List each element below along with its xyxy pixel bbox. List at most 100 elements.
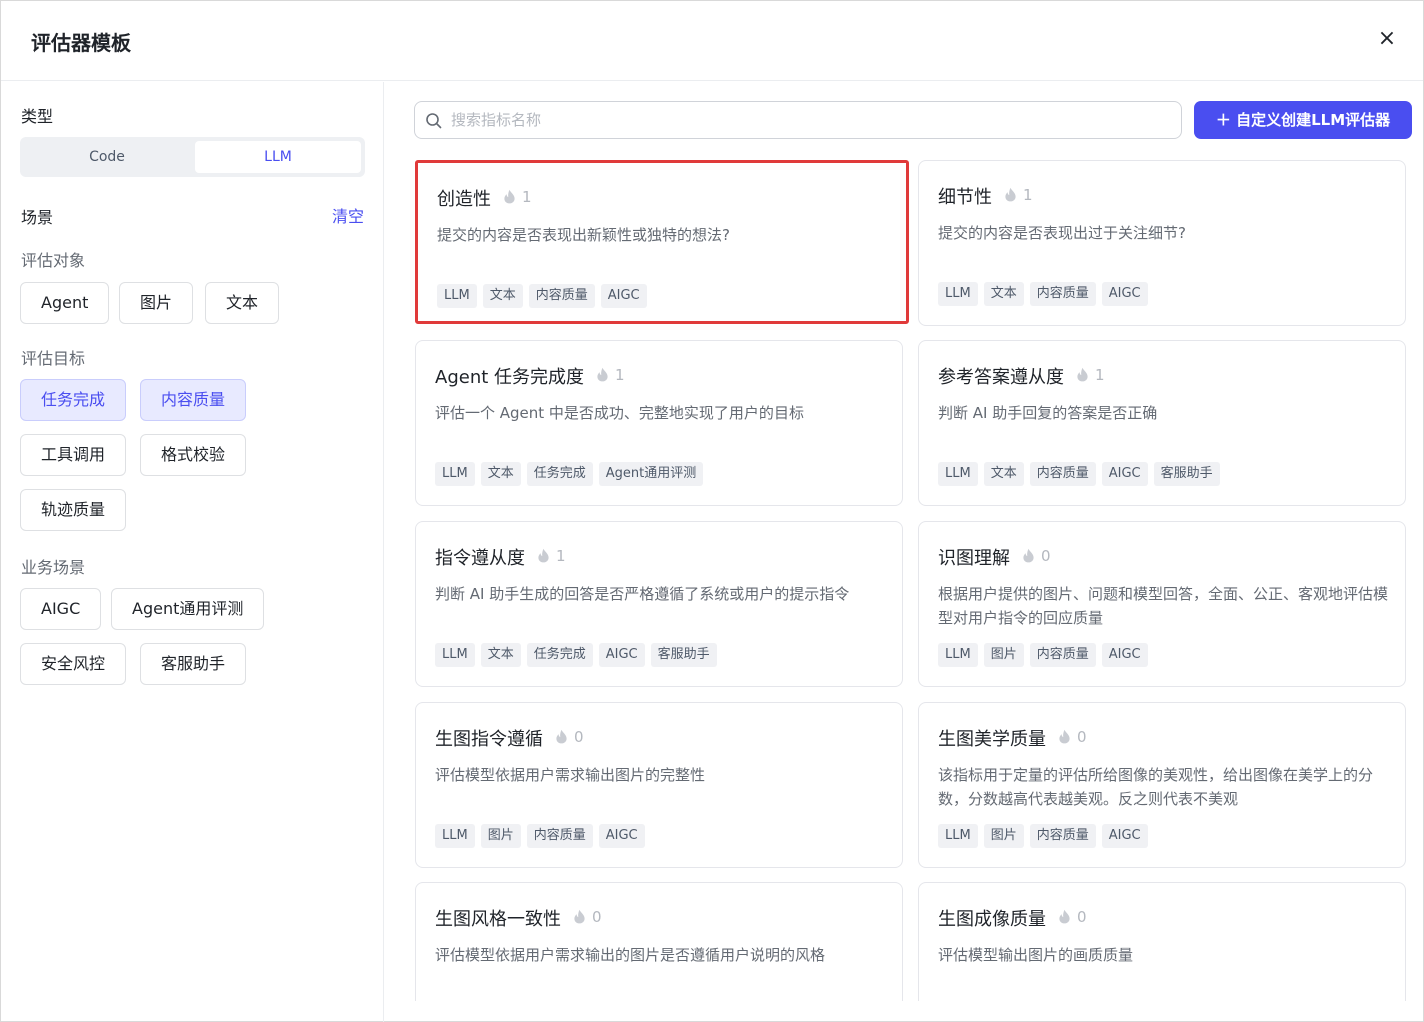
- card-tag: 内容质量: [1029, 462, 1096, 486]
- card-tags: LLM 文本 内容质量 AIGC 客服助手: [938, 462, 1226, 486]
- flame-icon: [574, 909, 585, 924]
- card-usage-count: 0: [1058, 908, 1087, 926]
- evaluator-card[interactable]: Agent 任务完成度 1 评估一个 Agent 中是否成功、完整地实现了用户的目标…: [415, 340, 903, 506]
- chip-format-check[interactable]: 格式校验: [140, 434, 247, 476]
- flame-icon: [1077, 367, 1088, 382]
- card-tag: LLM: [938, 824, 978, 848]
- search-input[interactable]: [451, 102, 1171, 138]
- card-tags: LLM 文本 内容质量 AIGC: [437, 284, 653, 308]
- card-tag: 文本: [480, 462, 521, 486]
- card-count-value: 1: [1023, 186, 1033, 204]
- chip-customer-service[interactable]: 客服助手: [140, 643, 247, 685]
- card-tag: LLM: [938, 462, 978, 486]
- flame-icon: [1059, 729, 1070, 744]
- modal-title: 评估器模板: [31, 31, 131, 55]
- flame-icon: [597, 367, 608, 382]
- chip-security[interactable]: 安全风控: [20, 643, 127, 685]
- card-tags: LLM 文本 内容质量 AIGC: [938, 282, 1154, 306]
- card-count-value: 0: [592, 908, 602, 926]
- card-tag: 任务完成: [526, 643, 593, 667]
- card-description: 提交的内容是否表现出过于关注细节?: [938, 224, 1186, 242]
- card-usage-count: 1: [1076, 366, 1105, 384]
- card-tag: 文本: [480, 643, 521, 667]
- card-tag: Agent通用评测: [598, 462, 704, 486]
- card-tag: LLM: [435, 824, 475, 848]
- evaluator-card[interactable]: 细节性 1 提交的内容是否表现出过于关注细节? LLM 文本 内容质量 AIGC: [918, 160, 1406, 326]
- flame-icon: [538, 548, 549, 563]
- chip-image[interactable]: 图片: [119, 282, 194, 324]
- clear-filters-link[interactable]: 清空: [332, 203, 364, 227]
- card-tag: AIGC: [598, 824, 645, 848]
- flame-icon: [556, 729, 567, 744]
- card-description: 根据用户提供的图片、问题和模型回答，全面、公正、客观地评估模型对用户指令的回应质…: [938, 585, 1389, 627]
- card-count-value: 1: [556, 547, 566, 565]
- evaluator-card[interactable]: 生图指令遵循 0 评估模型依据用户需求输出图片的完整性 LLM 图片 内容质量 AIGC: [415, 702, 903, 868]
- flame-icon: [1005, 187, 1016, 202]
- evaluator-card[interactable]: 指令遵从度 1 判断 AI 助手生成的回答是否严格遵循了系统或用户的提示指令 LLM 文…: [415, 521, 903, 687]
- search-icon: [426, 113, 442, 129]
- card-tag: LLM: [435, 643, 475, 667]
- card-tag: 图片: [983, 643, 1024, 667]
- card-description: 评估模型依据用户需求输出图片的完整性: [435, 766, 706, 784]
- card-description: 评估模型依据用户需求输出的图片是否遵循用户说明的风格: [435, 946, 826, 964]
- card-tag: 图片: [480, 824, 521, 848]
- card-description: 判断 AI 助手生成的回答是否严格遵循了系统或用户的提示指令: [435, 585, 850, 603]
- evaluator-card[interactable]: 参考答案遵从度 1 判断 AI 助手回复的答案是否正确 LLM 文本 内容质量 AIGC 客服…: [918, 340, 1406, 506]
- card-title: Agent 任务完成度: [435, 367, 585, 388]
- card-tag: 内容质量: [1029, 643, 1096, 667]
- evaluator-card[interactable]: 生图风格一致性 0 评估模型依据用户需求输出的图片是否遵循用户说明的风格: [415, 882, 903, 1001]
- card-tag: 文本: [482, 284, 523, 308]
- card-tag: 内容质量: [1029, 282, 1096, 306]
- scene-label: 场景: [21, 208, 54, 227]
- create-button-label: 自定义创建LLM评估器: [1236, 111, 1391, 129]
- card-title: 创造性: [437, 189, 491, 210]
- type-option-code[interactable]: Code: [24, 141, 190, 173]
- card-usage-count: 0: [1058, 728, 1087, 746]
- card-count-value: 0: [1077, 728, 1087, 746]
- type-option-llm[interactable]: LLM: [195, 141, 361, 173]
- chip-trajectory-quality[interactable]: 轨迹质量: [20, 489, 127, 531]
- card-title: 生图指令遵循: [435, 729, 543, 750]
- chip-text[interactable]: 文本: [205, 282, 280, 324]
- close-icon[interactable]: ×: [1373, 25, 1401, 53]
- card-tag: AIGC: [1101, 462, 1148, 486]
- card-count-value: 1: [1095, 366, 1105, 384]
- card-tag: AIGC: [1101, 282, 1148, 306]
- card-tag: 内容质量: [528, 284, 595, 308]
- card-tag: 客服助手: [650, 643, 717, 667]
- card-tag: AIGC: [1101, 824, 1148, 848]
- evaluator-card[interactable]: 生图成像质量 0 评估模型输出图片的画质质量: [918, 882, 1406, 1001]
- card-count-value: 1: [522, 188, 532, 206]
- card-tag: LLM: [437, 284, 477, 308]
- card-title: 生图成像质量: [938, 909, 1046, 930]
- search-box: [414, 101, 1182, 139]
- evaluator-card[interactable]: 创造性 1 提交的内容是否表现出新颖性或独特的想法? LLM 文本 内容质量 AIGC: [415, 160, 909, 324]
- evaluator-card[interactable]: 生图美学质量 0 该指标用于定量的评估所给图像的美观性，给出图像在美学上的分数，分数…: [918, 702, 1406, 868]
- chip-agent[interactable]: Agent: [20, 282, 110, 324]
- create-custom-llm-evaluator-button[interactable]: ＋ 自定义创建LLM评估器: [1194, 101, 1412, 139]
- card-usage-count: 1: [537, 547, 566, 565]
- chip-aigc[interactable]: AIGC: [20, 588, 102, 630]
- chip-task-completion[interactable]: 任务完成: [20, 379, 127, 421]
- modal-header: 评估器模板 ×: [1, 1, 1423, 81]
- card-description: 评估一个 Agent 中是否成功、完整地实现了用户的目标: [435, 404, 804, 422]
- chip-agent-general[interactable]: Agent通用评测: [111, 588, 265, 630]
- card-tag: AIGC: [600, 284, 647, 308]
- type-segmented-control: Code LLM: [20, 137, 365, 177]
- evaluator-template-modal: 评估器模板 × 类型 Code LLM 场景 清空 评估对象 Agent 图片 …: [0, 0, 1424, 1022]
- chip-tool-call[interactable]: 工具调用: [20, 434, 127, 476]
- card-title: 生图美学质量: [938, 729, 1046, 750]
- flame-icon: [504, 189, 515, 204]
- card-usage-count: 1: [503, 188, 532, 206]
- plus-icon: ＋: [1215, 111, 1237, 129]
- card-description: 该指标用于定量的评估所给图像的美观性，给出图像在美学上的分数，分数越高代表越美观…: [938, 766, 1374, 808]
- card-title: 参考答案遵从度: [938, 367, 1064, 388]
- eval-goal-label: 评估目标: [21, 349, 86, 368]
- card-title: 细节性: [938, 187, 992, 208]
- filter-sidebar: 类型 Code LLM 场景 清空 评估对象 Agent 图片 文本 评估目标 …: [1, 82, 384, 1022]
- card-tag: 任务完成: [526, 462, 593, 486]
- chip-content-quality[interactable]: 内容质量: [140, 379, 247, 421]
- business-label: 业务场景: [21, 558, 86, 577]
- evaluator-card[interactable]: 识图理解 0 根据用户提供的图片、问题和模型回答，全面、公正、客观地评估模型对用户指…: [918, 521, 1406, 687]
- card-usage-count: 1: [1004, 186, 1033, 204]
